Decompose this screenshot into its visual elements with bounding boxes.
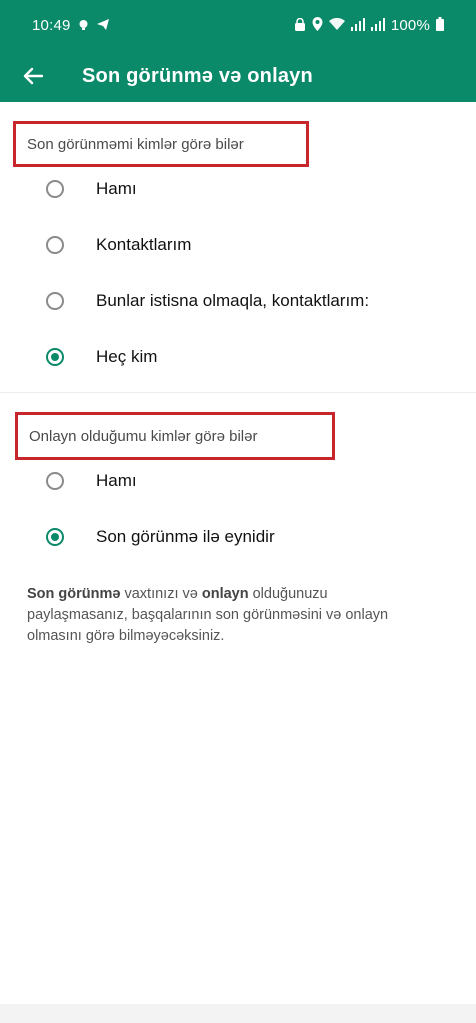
page-title: Son görünmə və onlayn: [82, 64, 313, 87]
note-bold-last-seen: Son görünmə: [27, 586, 121, 602]
signal-icon: [370, 17, 385, 33]
notification-icon: [77, 18, 90, 33]
battery-percent: 100%: [390, 16, 430, 34]
last-seen-option-nobody[interactable]: Heç kim: [0, 332, 476, 382]
radio-unchecked[interactable]: [46, 472, 64, 490]
option-label: Son görünmə ilə eynidir: [96, 527, 275, 546]
arrow-left-icon[interactable]: [20, 63, 46, 89]
radio-checked[interactable]: [46, 528, 64, 546]
last-seen-option-everyone[interactable]: Hamı: [0, 164, 476, 214]
note-bold-online: onlayn: [201, 586, 249, 602]
battery-icon: [436, 17, 444, 33]
online-option-same-as-last-seen[interactable]: Son görünmə ilə eynidir: [0, 512, 476, 562]
radio-unchecked[interactable]: [46, 180, 64, 198]
option-label: Heç kim: [96, 347, 158, 366]
signal-icon: [350, 17, 365, 33]
option-label: Hamı: [96, 179, 137, 198]
app-bar: 10:49 100% Son görünmə və onlayn: [0, 0, 476, 102]
status-time: 10:49: [32, 16, 71, 34]
status-bar: 10:49 100%: [0, 0, 476, 50]
privacy-note: Son görünmə vaxtınızı və onlayn olduğunu…: [27, 584, 427, 647]
lock-icon: [294, 17, 306, 33]
radio-checked[interactable]: [46, 348, 64, 366]
option-label: Bunlar istisna olmaqla, kontaktlarım:: [96, 291, 370, 310]
navigation-bar: [0, 1004, 476, 1023]
last-seen-option-contacts[interactable]: Kontaktlarım: [0, 220, 476, 270]
online-header: Onlayn olduğumu kimlər görə bilər: [15, 412, 335, 460]
wifi-icon: [328, 17, 345, 33]
location-icon: [312, 17, 323, 33]
radio-unchecked[interactable]: [46, 236, 64, 254]
option-label: Hamı: [96, 471, 137, 490]
note-text: vaxtınızı və: [120, 586, 202, 602]
toolbar: Son görünmə və onlayn: [0, 50, 476, 102]
radio-unchecked[interactable]: [46, 292, 64, 310]
online-option-everyone[interactable]: Hamı: [0, 456, 476, 506]
telegram-icon: [96, 18, 110, 33]
option-label: Kontaktlarım: [96, 235, 192, 254]
last-seen-header: Son görünməmi kimlər görə bilər: [13, 121, 309, 167]
section-divider: [0, 392, 476, 393]
last-seen-option-contacts-except[interactable]: Bunlar istisna olmaqla, kontaktlarım:: [0, 276, 476, 326]
